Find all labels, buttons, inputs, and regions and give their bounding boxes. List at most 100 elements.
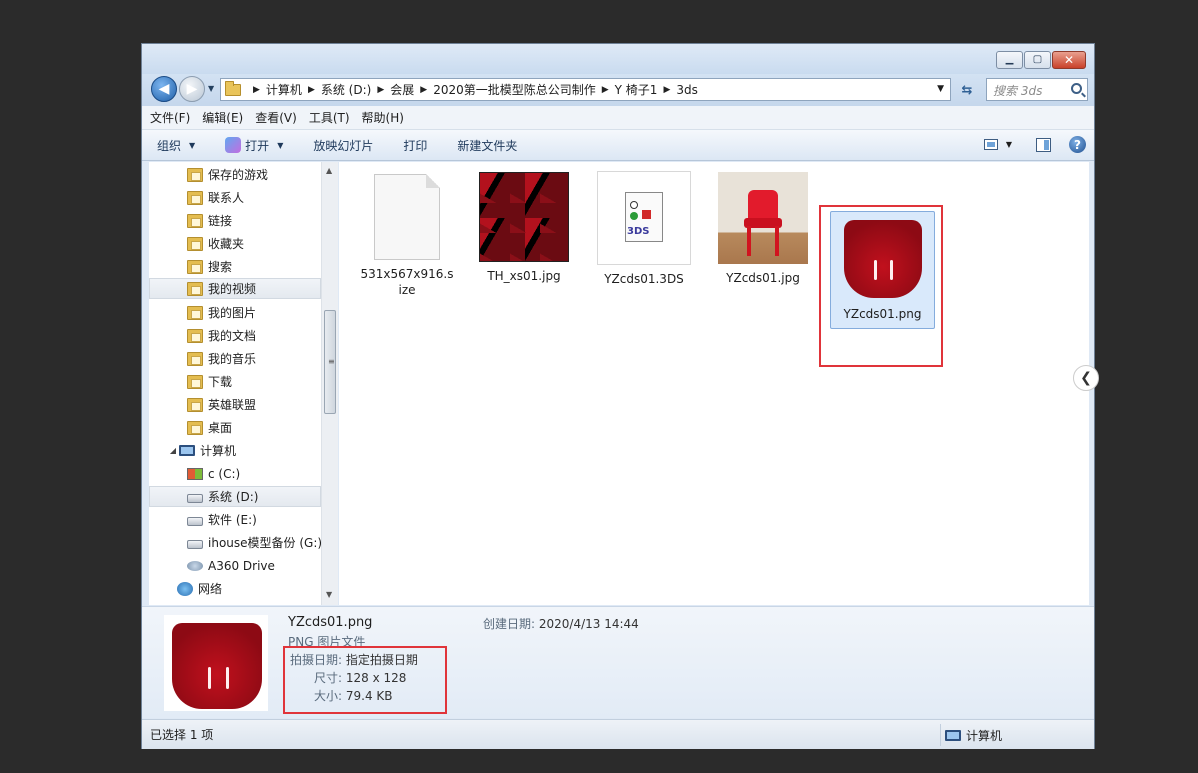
collapse-chevron-icon[interactable]: ❮ (1073, 365, 1099, 391)
breadcrumb-chevron-icon[interactable]: ▶ (308, 85, 315, 95)
nav-item-my-pictures[interactable]: 我的图片 (187, 302, 256, 323)
nav-item-saved-games[interactable]: 保存的游戏 (187, 164, 268, 185)
menu-edit[interactable]: 编辑(E) (202, 109, 243, 126)
menu-help[interactable]: 帮助(H) (362, 109, 404, 126)
nav-item-my-documents[interactable]: 我的文档 (187, 325, 256, 346)
address-dropdown-icon[interactable]: ▼ (937, 84, 944, 94)
menu-tools[interactable]: 工具(T) (309, 109, 350, 126)
change-view-icon[interactable] (983, 139, 998, 150)
maximize-icon: ▢ (1032, 54, 1043, 65)
breadcrumb-drive-d[interactable]: 系统 (D:) (321, 81, 371, 98)
file-name: YZcds01.jpg (726, 271, 800, 285)
nav-label: 软件 (E:) (208, 513, 257, 527)
nav-item-drive-g[interactable]: ihouse模型备份 (G:) (187, 532, 322, 553)
grip-icon: ≡ (328, 357, 335, 366)
scroll-up-icon[interactable]: ▲ (326, 166, 332, 175)
texture-thumbnail (479, 172, 569, 262)
nav-item-contacts[interactable]: 联系人 (187, 187, 244, 208)
file-item[interactable]: 3DS YZcds01.3DS (596, 171, 692, 287)
dropdown-arrow-icon: ▼ (277, 140, 284, 150)
open-button[interactable]: 打开 ▼ (225, 137, 283, 154)
breadcrumb-chevron-icon[interactable]: ▶ (377, 85, 384, 95)
document-icon (374, 174, 440, 260)
nav-item-downloads[interactable]: 下载 (187, 371, 232, 392)
nav-item-drive-e[interactable]: 软件 (E:) (187, 509, 257, 530)
nav-item-favorites[interactable]: 收藏夹 (187, 233, 244, 254)
nav-item-searches[interactable]: 搜索 (187, 256, 232, 277)
breadcrumb-chair[interactable]: Y 椅子1 (615, 81, 658, 98)
drive-icon (187, 516, 203, 526)
breadcrumb-chevron-icon[interactable]: ▶ (253, 85, 260, 95)
address-row: ◀ ▶ ▼ ▶ 计算机 ▶ 系统 (D:) ▶ 会展 ▶ 2020第一批模型陈总… (142, 74, 1094, 106)
created-value: 2020/4/13 14:44 (538, 617, 639, 631)
file-item[interactable]: TH_xs01.jpg (476, 172, 572, 284)
explorer-window: ▁ ▢ ✕ ◀ ▶ ▼ ▶ 计算机 ▶ 系统 (D:) ▶ 会展 ▶ 2020第… (141, 43, 1099, 749)
slideshow-button[interactable]: 放映幻灯片 (313, 137, 373, 154)
refresh-button[interactable]: ⇆ (956, 80, 978, 100)
status-location: 计算机 (940, 724, 1002, 746)
search-icon[interactable] (1071, 83, 1082, 94)
search-input[interactable]: 搜索 3ds (986, 78, 1088, 101)
breadcrumb-chevron-icon[interactable]: ▶ (663, 85, 670, 95)
minimize-button[interactable]: ▁ (996, 51, 1023, 69)
nav-scrollbar[interactable]: ▲ ≡ ▼ (321, 162, 338, 605)
menu-file[interactable]: 文件(F) (150, 109, 190, 126)
help-icon[interactable]: ? (1069, 136, 1086, 153)
details-thumbnail (164, 615, 268, 711)
nav-item-network[interactable]: 网络 (177, 578, 222, 599)
dropdown-arrow-icon: ▼ (189, 140, 196, 150)
nav-label: 收藏夹 (208, 237, 245, 251)
3ds-file-icon: 3DS (597, 171, 691, 265)
drive-icon (187, 539, 203, 549)
back-arrow-icon: ◀ (158, 81, 170, 97)
preview-pane-icon[interactable] (1036, 137, 1051, 152)
nav-item-desktop[interactable]: 桌面 (187, 417, 232, 438)
folder-icon (187, 236, 203, 251)
breadcrumb-3ds[interactable]: 3ds (676, 83, 698, 97)
open-with-app-icon (225, 137, 242, 153)
scroll-down-icon[interactable]: ▼ (326, 590, 332, 599)
nav-label: 计算机 (200, 444, 237, 458)
folder-icon (187, 374, 203, 389)
breadcrumb-project[interactable]: 2020第一批模型陈总公司制作 (433, 81, 596, 98)
nav-item-league-of-legends[interactable]: 英雄联盟 (187, 394, 256, 415)
forward-button[interactable]: ▶ (179, 76, 205, 102)
nav-item-computer[interactable]: ◢ 计算机 (169, 440, 236, 461)
highlight-box (283, 646, 447, 714)
nav-item-my-music[interactable]: 我的音乐 (187, 348, 256, 369)
close-button[interactable]: ✕ (1052, 51, 1086, 69)
nav-item-my-videos[interactable]: 我的视频 (149, 278, 321, 299)
maximize-button[interactable]: ▢ (1024, 51, 1051, 69)
selection-count: 已选择 1 项 (150, 728, 214, 742)
breadcrumb-chevron-icon[interactable]: ▶ (602, 85, 609, 95)
nav-label: 英雄联盟 (208, 398, 257, 412)
folder-icon (187, 351, 203, 366)
details-file-name: YZcds01.png (288, 615, 373, 630)
breadcrumb-exhibition[interactable]: 会展 (390, 81, 414, 98)
forward-arrow-icon: ▶ (186, 81, 198, 97)
expand-arrow-icon[interactable]: ◢ (169, 446, 177, 455)
nav-label: 我的视频 (208, 282, 257, 296)
nav-item-drive-d[interactable]: 系统 (D:) (149, 486, 321, 507)
menu-view[interactable]: 查看(V) (255, 109, 297, 126)
print-button[interactable]: 打印 (403, 137, 427, 154)
organize-button[interactable]: 组织 ▼ (157, 137, 195, 154)
file-item[interactable]: YZcds01.jpg (715, 172, 811, 286)
nav-label: 下载 (208, 375, 233, 389)
nav-item-a360-drive[interactable]: A360 Drive (187, 555, 275, 576)
nav-item-links[interactable]: 链接 (187, 210, 232, 231)
nav-label: 我的图片 (208, 306, 257, 320)
file-item[interactable]: 531x567x916.size (359, 174, 455, 298)
new-folder-button[interactable]: 新建文件夹 (457, 137, 517, 154)
view-dropdown-icon[interactable]: ▼ (1006, 140, 1012, 149)
refresh-icon: ⇆ (961, 82, 973, 98)
scroll-thumb[interactable]: ≡ (324, 310, 336, 414)
nav-item-drive-c[interactable]: c (C:) (187, 463, 240, 484)
back-button[interactable]: ◀ (151, 76, 177, 102)
file-name: TH_xs01.jpg (487, 269, 561, 283)
breadcrumb-computer[interactable]: 计算机 (266, 81, 302, 98)
recent-pages-dropdown[interactable]: ▼ (208, 84, 214, 93)
breadcrumb-chevron-icon[interactable]: ▶ (420, 85, 427, 95)
chair-photo-thumbnail (718, 172, 808, 264)
address-bar[interactable]: ▶ 计算机 ▶ 系统 (D:) ▶ 会展 ▶ 2020第一批模型陈总公司制作 ▶… (220, 78, 951, 101)
